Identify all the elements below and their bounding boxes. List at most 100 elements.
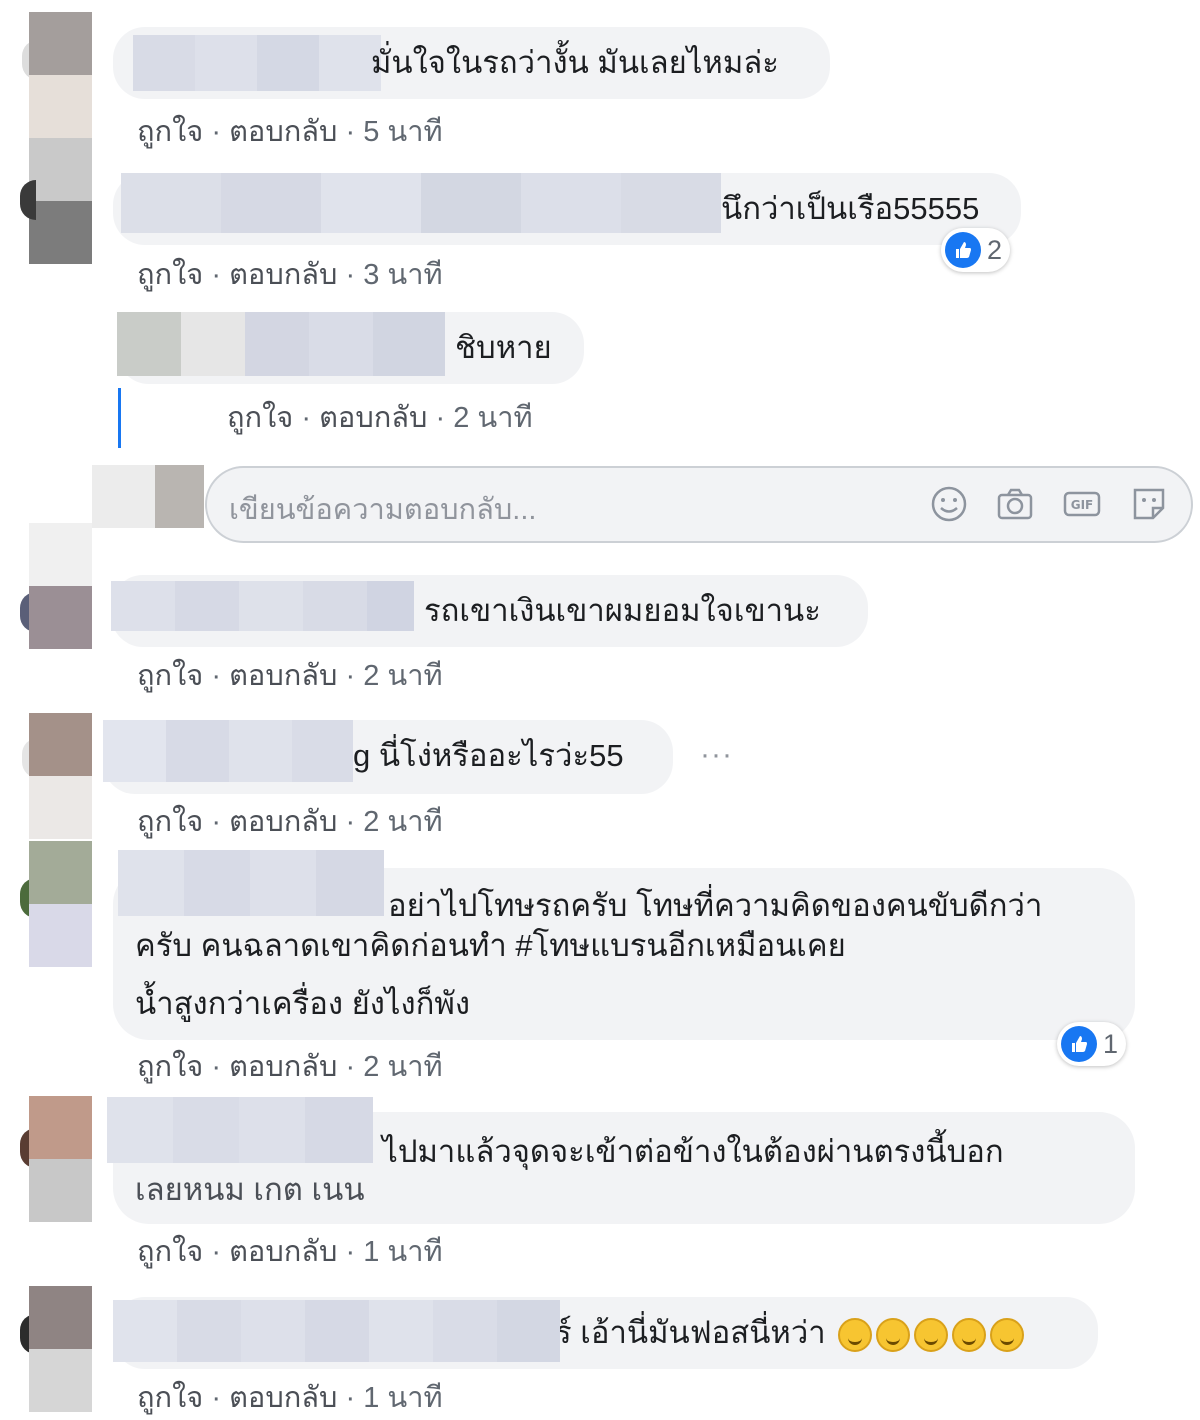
separator: · [293, 402, 320, 434]
laughing-emoji-icon [990, 1317, 1025, 1352]
separator: · [337, 259, 364, 291]
comment-bubble: รถเขาเงินเขาผมยอมใจเขานะ [111, 575, 868, 647]
blurred-author-name[interactable] [117, 312, 445, 376]
timestamp[interactable]: 1 นาที [363, 1382, 442, 1414]
separator: · [427, 402, 454, 434]
laughing-emoji-icon [838, 1317, 873, 1352]
reaction-summary[interactable]: 1 [1057, 1022, 1127, 1066]
separator: · [203, 116, 230, 148]
separator: · [203, 660, 230, 692]
timestamp[interactable]: 2 นาที [363, 806, 442, 838]
comment-bubble: g นี่โง่หรืออะไรว่ะ55 [103, 720, 673, 794]
avatar[interactable] [29, 713, 92, 839]
separator: · [337, 1382, 364, 1414]
avatar-edge [20, 180, 36, 220]
comment-actions: ถูกใจ · ตอบกลับ · 1 นาที [137, 1374, 443, 1420]
comment-text-line-1: : ไปมาแล้วจุดจะเข้าต่อข้างในต้องผ่านตรงน… [365, 1134, 1004, 1169]
blurred-author-name[interactable] [133, 35, 381, 91]
comment-text: ชิบหาย [455, 330, 552, 365]
avatar-fragment [29, 523, 92, 586]
gif-icon[interactable]: GIF [1062, 484, 1102, 524]
avatar[interactable] [29, 1096, 92, 1222]
comment-actions: ถูกใจ · ตอบกลับ · 2 นาที [227, 394, 533, 440]
like-link[interactable]: ถูกใจ [137, 660, 203, 692]
reply-input[interactable]: เขียนข้อความตอบกลับ... GIF [205, 466, 1193, 543]
like-link[interactable]: ถูกใจ [137, 259, 203, 291]
like-link[interactable]: ถูกใจ [137, 1382, 203, 1414]
reply-link[interactable]: ตอบกลับ [229, 259, 337, 291]
like-link[interactable]: ถูกใจ [137, 1051, 203, 1083]
like-link[interactable]: ถูกใจ [137, 116, 203, 148]
reply-placeholder: เขียนข้อความตอบกลับ... [229, 494, 537, 526]
timestamp[interactable]: 1 นาที [363, 1236, 442, 1268]
comment-actions: ถูกใจ · ตอบกลับ · 1 นาที [137, 1228, 443, 1274]
avatar[interactable] [29, 12, 92, 264]
comment-actions: ถูกใจ · ตอบกลับ · 2 นาที [137, 1043, 443, 1089]
timestamp[interactable]: 3 นาที [363, 259, 442, 291]
comment-actions: ถูกใจ · ตอบกลับ · 3 นาที [137, 251, 443, 297]
comment-text: นึกว่าเป็นเรือ55555 [721, 191, 980, 226]
timestamp[interactable]: 2 นาที [453, 402, 532, 434]
comment-text-line-2: เลยหนม เกต เนน [135, 1172, 365, 1207]
separator: · [203, 1051, 230, 1083]
comment-actions: ถูกใจ · ตอบกลับ · 2 นาที [137, 798, 443, 844]
blurred-author-name[interactable] [113, 1300, 560, 1362]
timestamp[interactable]: 2 นาที [363, 660, 442, 692]
comment-bubble: ชิบหาย [117, 312, 584, 384]
laughing-emoji-icon [952, 1317, 987, 1352]
blurred-author-name[interactable] [111, 581, 414, 631]
reply-link[interactable]: ตอบกลับ [319, 402, 427, 434]
emoji-icon[interactable] [929, 484, 969, 524]
reply-link[interactable]: ตอบกลับ [229, 1051, 337, 1083]
timestamp[interactable]: 5 นาที [363, 116, 442, 148]
separator: · [203, 1236, 230, 1268]
comment-text-line-3: น้ำสูงกว่าเครื่อง ยังไงก็พัง [135, 986, 470, 1021]
separator: · [203, 1382, 230, 1414]
laughing-emoji-icon [914, 1317, 949, 1352]
laughing-emoji-icon [876, 1317, 911, 1352]
separator: · [337, 1051, 364, 1083]
reaction-summary[interactable]: 2 [941, 228, 1011, 272]
like-link[interactable]: ถูกใจ [137, 1236, 203, 1268]
avatar[interactable] [29, 586, 92, 649]
more-icon[interactable]: ··· [700, 738, 733, 772]
separator: · [337, 660, 364, 692]
comment-bubble: มั่นใจในรถว่างั้น มันเลยไหมล่ะ [113, 27, 830, 99]
blurred-author-name[interactable] [107, 1097, 373, 1163]
comment-text: ร์ เอ้านี่มันฟอสนี่หว่า [555, 1313, 1025, 1353]
comment-bubble: นึกว่าเป็นเรือ55555 [113, 173, 1021, 245]
thread-line [118, 388, 121, 448]
comment-actions: ถูกใจ · ตอบกลับ · 5 นาที [137, 108, 443, 154]
comment-text: มั่นใจในรถว่างั้น มันเลยไหมล่ะ [371, 45, 779, 80]
reaction-count: 2 [987, 234, 1003, 265]
camera-icon[interactable] [995, 484, 1035, 524]
svg-text:GIF: GIF [1071, 498, 1094, 512]
like-link[interactable]: ถูกใจ [137, 806, 203, 838]
separator: · [203, 259, 230, 291]
blurred-author-name[interactable] [118, 850, 384, 916]
like-icon [1061, 1026, 1097, 1062]
reply-link[interactable]: ตอบกลับ [229, 660, 337, 692]
reaction-count: 1 [1103, 1028, 1119, 1059]
avatar[interactable] [29, 1286, 92, 1412]
blurred-author-name[interactable] [121, 173, 721, 233]
sticker-icon[interactable] [1129, 484, 1169, 524]
reply-link[interactable]: ตอบกลับ [229, 116, 337, 148]
reply-link[interactable]: ตอบกลับ [229, 1236, 337, 1268]
separator: · [337, 806, 364, 838]
reply-link[interactable]: ตอบกลับ [229, 806, 337, 838]
like-icon [945, 232, 981, 268]
separator: · [337, 1236, 364, 1268]
composer-avatar [92, 465, 204, 528]
comment-text-line-2: ครับ คนฉลาดเขาคิดก่อนทำ #โทษแบรนอีกเหมือ… [135, 928, 846, 963]
comment-text-content: ร์ เอ้านี่มันฟอสนี่หว่า [555, 1315, 826, 1350]
blurred-author-name[interactable] [103, 720, 353, 782]
timestamp[interactable]: 2 นาที [363, 1051, 442, 1083]
comment-actions: ถูกใจ · ตอบกลับ · 2 นาที [137, 652, 443, 698]
avatar[interactable] [29, 841, 92, 967]
comment-text-line-1: อย่าไปโทษรถครับ โทษที่ความคิดของคนขับดีก… [388, 888, 1043, 923]
like-link[interactable]: ถูกใจ [227, 402, 293, 434]
separator: · [337, 116, 364, 148]
separator: · [203, 806, 230, 838]
reply-link[interactable]: ตอบกลับ [229, 1382, 337, 1414]
